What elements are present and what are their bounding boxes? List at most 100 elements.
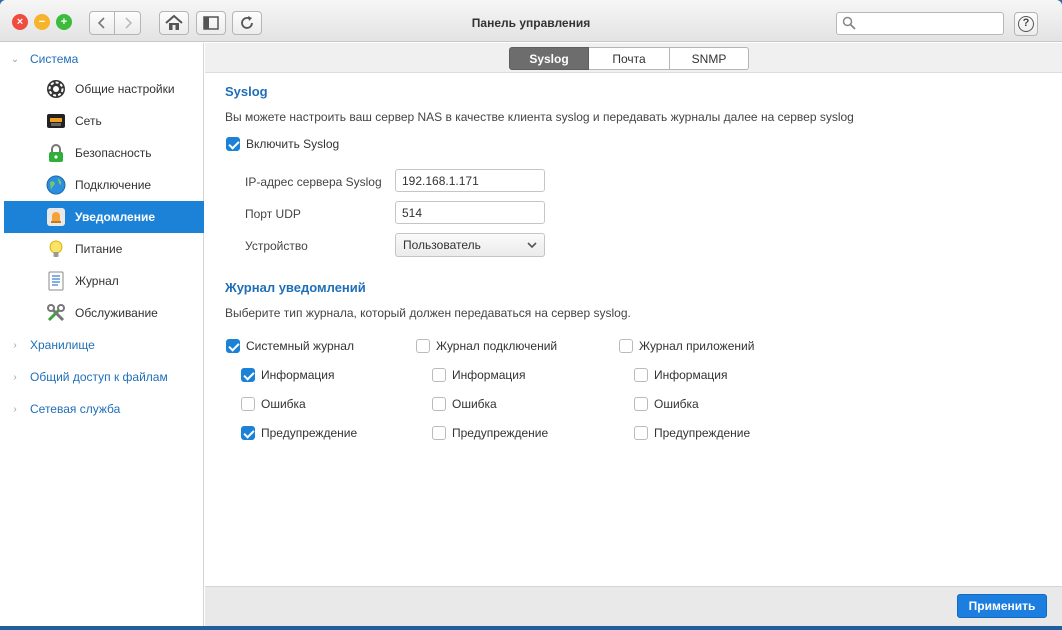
sidebar-item-label: Журнал — [75, 274, 119, 288]
sidebar-item-label: Общие настройки — [75, 82, 175, 96]
sidebar-item-label: Безопасность — [75, 146, 152, 160]
sidebar-group-network-service[interactable]: › Сетевая служба — [0, 393, 204, 425]
checkbox-icon — [432, 368, 446, 382]
checkbox-label: Ошибка — [654, 397, 699, 411]
tab-snmp[interactable]: SNMP — [670, 47, 749, 70]
sidebar: ⌄ Система Общие настройки Сеть Безопасно… — [0, 43, 204, 626]
title-bar: × − + Панель управления ? — [0, 0, 1062, 42]
checkbox-icon — [241, 368, 255, 382]
application-warning-checkbox[interactable]: Предупреждение — [634, 426, 750, 440]
checkbox-icon — [241, 426, 255, 440]
checkbox-icon — [634, 397, 648, 411]
checkbox-icon — [634, 368, 648, 382]
lock-icon — [49, 144, 63, 162]
tab-mail[interactable]: Почта — [589, 47, 670, 70]
notify-section-title: Журнал уведомлений — [225, 280, 366, 295]
help-icon: ? — [1018, 16, 1034, 32]
syslog-section-title: Syslog — [225, 84, 268, 99]
enable-syslog-checkbox[interactable]: Включить Syslog — [226, 137, 339, 151]
search-input[interactable] — [859, 15, 999, 32]
sidebar-group-file-sharing[interactable]: › Общий доступ к файлам — [0, 361, 204, 393]
system-log-checkbox[interactable]: Системный журнал — [226, 339, 354, 353]
search-icon — [842, 16, 856, 30]
sidebar-item-general-settings[interactable]: Общие настройки — [4, 73, 204, 105]
sidebar-item-power[interactable]: Питание — [4, 233, 204, 265]
chevron-right-icon: › — [13, 403, 17, 415]
sidebar-item-notification[interactable]: Уведомление — [4, 201, 204, 233]
device-label: Устройство — [245, 239, 308, 253]
desktop-background — [0, 626, 1062, 630]
gear-icon — [47, 80, 65, 98]
checkbox-label: Системный журнал — [246, 339, 354, 353]
search-box[interactable] — [836, 12, 1004, 35]
checkbox-label: Предупреждение — [452, 426, 549, 440]
checkbox-label: Информация — [452, 368, 526, 382]
checkbox-icon — [634, 426, 648, 440]
checkbox-icon — [416, 339, 430, 353]
system-warning-checkbox[interactable]: Предупреждение — [241, 426, 357, 440]
notify-description: Выберите тип журнала, который должен пер… — [225, 306, 631, 320]
udp-port-field[interactable] — [395, 201, 545, 224]
sidebar-item-label: Обслуживание — [75, 306, 158, 320]
checkbox-label: Ошибка — [452, 397, 497, 411]
device-select-value: Пользователь — [403, 238, 481, 252]
main-panel: Syslog Почта SNMP Syslog Вы можете настр… — [205, 43, 1062, 586]
sidebar-item-connection[interactable]: Подключение — [4, 169, 204, 201]
application-log-checkbox[interactable]: Журнал приложений — [619, 339, 754, 353]
footer-bar: Применить — [205, 586, 1062, 626]
checkbox-icon — [226, 339, 240, 353]
application-info-checkbox[interactable]: Информация — [634, 368, 727, 382]
checkbox-icon — [226, 137, 240, 151]
sidebar-item-log[interactable]: Журнал — [4, 265, 204, 297]
sidebar-item-label: Уведомление — [75, 210, 156, 224]
system-info-checkbox[interactable]: Информация — [241, 368, 334, 382]
sidebar-group-label: Сетевая служба — [30, 402, 121, 416]
sidebar-group-label: Хранилище — [30, 338, 95, 352]
chevron-down-icon: ⌄ — [10, 53, 20, 65]
checkbox-icon — [619, 339, 633, 353]
chevron-down-icon — [527, 242, 537, 249]
log-icon — [48, 271, 64, 291]
checkbox-icon — [432, 397, 446, 411]
checkbox-label: Журнал приложений — [639, 339, 755, 353]
system-error-checkbox[interactable]: Ошибка — [241, 397, 306, 411]
port-label: Порт UDP — [245, 207, 301, 221]
sidebar-item-network[interactable]: Сеть — [4, 105, 204, 137]
help-button[interactable]: ? — [1014, 12, 1038, 36]
sidebar-item-maintenance[interactable]: Обслуживание — [4, 297, 204, 329]
bell-icon — [47, 208, 65, 226]
sidebar-group-label: Система — [30, 52, 79, 66]
checkbox-label: Информация — [654, 368, 728, 382]
sidebar-group-label: Общий доступ к файлам — [30, 370, 168, 384]
checkbox-label: Предупреждение — [654, 426, 751, 440]
syslog-description: Вы можете настроить ваш сервер NAS в кач… — [225, 110, 854, 124]
checkbox-label: Информация — [261, 368, 335, 382]
checkbox-label: Ошибка — [261, 397, 306, 411]
connection-warning-checkbox[interactable]: Предупреждение — [432, 426, 548, 440]
application-error-checkbox[interactable]: Ошибка — [634, 397, 699, 411]
sidebar-group-system[interactable]: ⌄ Система — [0, 43, 204, 75]
connection-info-checkbox[interactable]: Информация — [432, 368, 525, 382]
enable-syslog-label: Включить Syslog — [246, 137, 340, 151]
checkbox-icon — [432, 426, 446, 440]
tab-syslog[interactable]: Syslog — [509, 47, 589, 70]
sidebar-item-label: Сеть — [75, 114, 102, 128]
sidebar-group-storage[interactable]: › Хранилище — [0, 329, 204, 361]
chevron-right-icon: › — [13, 371, 17, 383]
chevron-right-icon: › — [13, 339, 17, 351]
sidebar-item-security[interactable]: Безопасность — [4, 137, 204, 169]
checkbox-label: Предупреждение — [261, 426, 358, 440]
ip-address-field[interactable] — [395, 169, 545, 192]
globe-icon — [46, 175, 66, 195]
sidebar-item-label: Питание — [75, 242, 123, 256]
tab-bar: Syslog Почта SNMP — [205, 43, 1062, 73]
connection-error-checkbox[interactable]: Ошибка — [432, 397, 497, 411]
ip-label: IP-адрес сервера Syslog — [245, 175, 382, 189]
checkbox-label: Журнал подключений — [436, 339, 558, 353]
tools-icon — [47, 304, 65, 322]
connection-log-checkbox[interactable]: Журнал подключений — [416, 339, 557, 353]
sidebar-item-label: Подключение — [75, 178, 152, 192]
device-select[interactable]: Пользователь — [395, 233, 545, 257]
lightbulb-icon — [49, 240, 63, 257]
apply-button[interactable]: Применить — [957, 594, 1047, 618]
